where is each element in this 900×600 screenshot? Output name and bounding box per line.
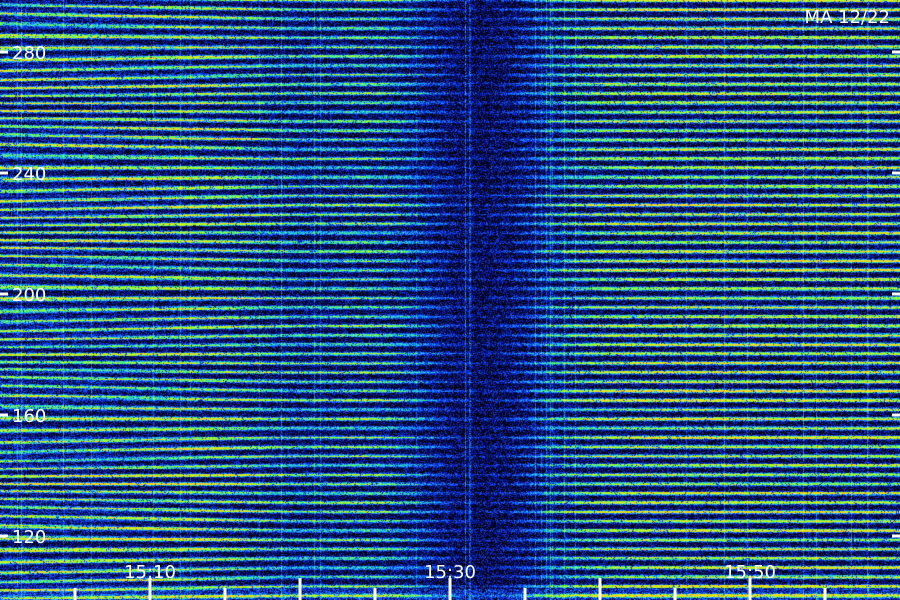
y-tick-label: 160 — [12, 406, 46, 427]
y-axis: 120 160 200 240 280 — [0, 43, 900, 548]
y-tick-label: 280 — [12, 43, 46, 64]
y-tick-label: 120 — [12, 527, 46, 548]
y-tick-label: 240 — [12, 164, 46, 185]
chart-label: MA 12/22 — [805, 7, 890, 28]
axis-overlay: MA 12/22 120 160 200 240 280 15:10 15:30… — [0, 7, 900, 600]
y-tick-label: 200 — [12, 285, 46, 306]
spectrogram-panel: MA 12/22 120 160 200 240 280 15:10 15:30… — [0, 0, 900, 600]
x-axis: 15:10 15:30 15:50 — [73, 562, 827, 600]
